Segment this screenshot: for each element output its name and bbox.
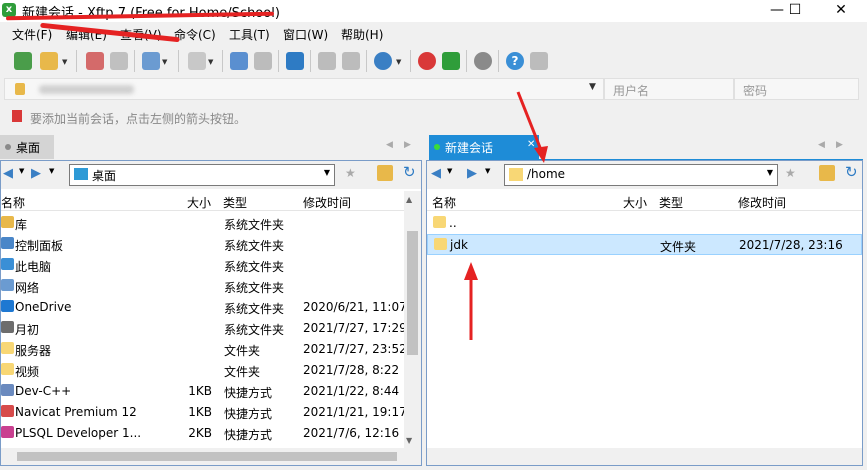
annotation-arrow-head	[534, 146, 548, 163]
annotation-arrows	[464, 91, 548, 340]
annotation-arrow-path	[516, 91, 543, 151]
xftp-window: x 新建会话 - Xftp 7 (Free for Home/School) —…	[0, 0, 867, 470]
annotation-arrow-head	[464, 262, 478, 280]
